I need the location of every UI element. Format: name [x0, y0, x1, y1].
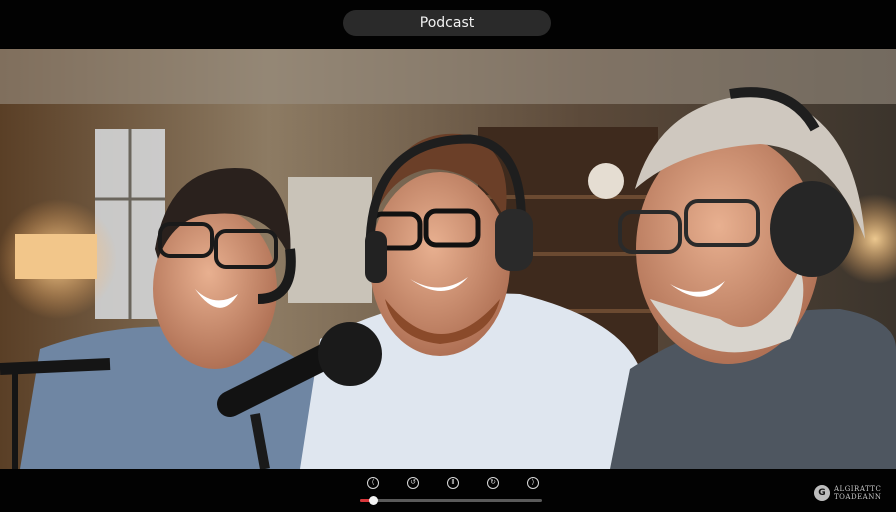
- rewind-button[interactable]: ↺: [407, 477, 419, 489]
- player-bar: ⟨ ↺ Ⅱ ↻ ⟩ G ALGIRATTC TOADEANN: [0, 469, 896, 512]
- window-title: Podcast: [343, 10, 551, 36]
- brand-line-2: TOADEANN: [834, 493, 882, 501]
- brand-watermark: G ALGIRATTC TOADEANN: [814, 483, 882, 503]
- top-bar: Podcast: [0, 0, 896, 48]
- seek-bar[interactable]: [360, 496, 542, 505]
- seek-thumb[interactable]: [368, 496, 378, 505]
- brand-text: ALGIRATTC TOADEANN: [834, 485, 882, 501]
- brand-logo-icon: G: [814, 485, 830, 501]
- forward-button[interactable]: ↻: [487, 477, 499, 489]
- previous-button[interactable]: ⟨: [367, 477, 379, 489]
- play-pause-button[interactable]: Ⅱ: [447, 477, 459, 489]
- video-frame[interactable]: [0, 49, 896, 469]
- brand-line-1: ALGIRATTC: [834, 485, 882, 493]
- next-button[interactable]: ⟩: [527, 477, 539, 489]
- video-scene: [0, 49, 896, 469]
